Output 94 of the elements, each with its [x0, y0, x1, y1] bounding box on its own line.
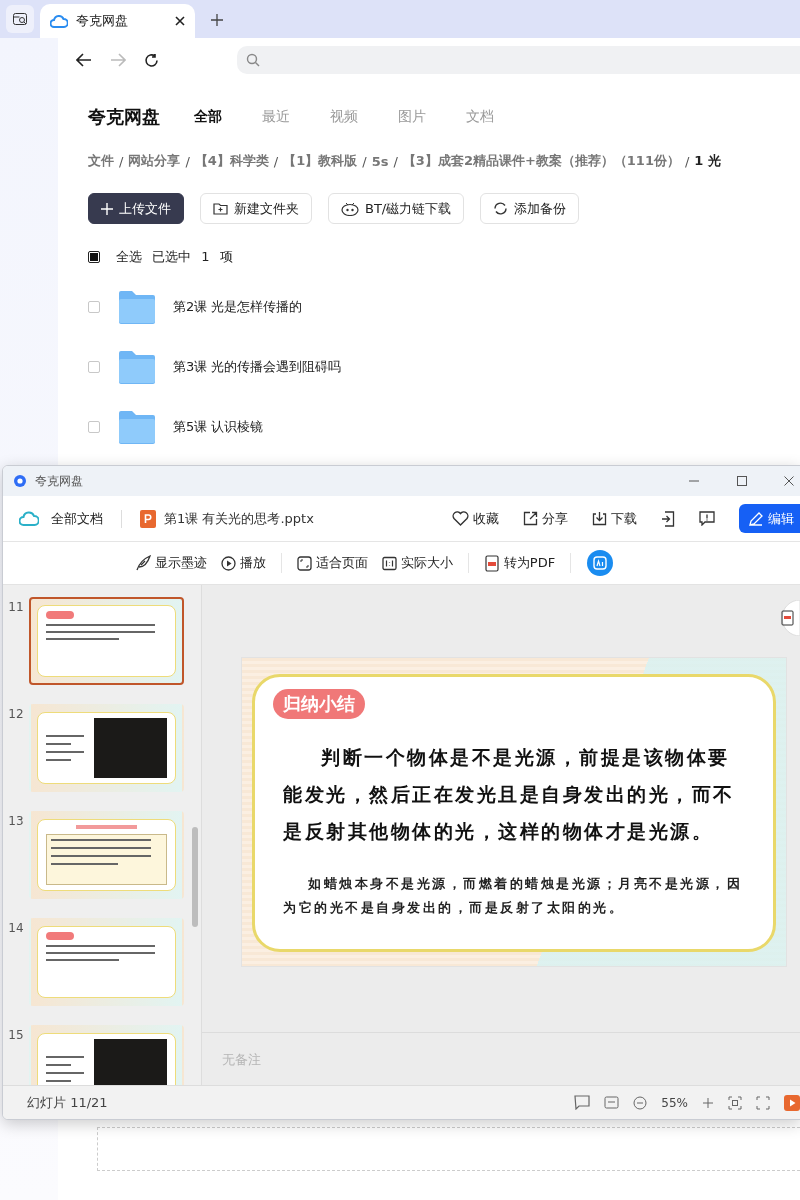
plus-icon: [101, 202, 113, 215]
folder-icon: [118, 410, 156, 444]
share-icon: [523, 511, 538, 526]
file-name[interactable]: 第2课 光是怎样传播的: [173, 298, 303, 316]
file-title: 第1课 有关光的思考.pptx: [164, 509, 314, 528]
action-button[interactable]: BT/磁力链下载: [328, 193, 465, 224]
cloud-icon: [19, 511, 39, 526]
header-action-button[interactable]: 下载: [584, 509, 645, 528]
slide-number: 13: [7, 813, 25, 830]
toolbar-button[interactable]: 实际大小: [376, 554, 458, 572]
toolbar-button[interactable]: 播放: [215, 554, 271, 572]
download-icon: [592, 511, 607, 526]
tab-title: 夸克网盘: [76, 12, 129, 30]
all-documents-link[interactable]: 全部文档: [51, 509, 103, 528]
play-icon: [220, 555, 236, 571]
ai-icon[interactable]: [587, 550, 614, 576]
search-icon: [246, 53, 260, 67]
slide-number: 14: [7, 920, 25, 937]
breadcrumb-separator: /: [684, 153, 690, 169]
export-icon: [661, 510, 675, 527]
toolbar-button[interactable]: 适合页面: [291, 554, 373, 572]
breadcrumb-item[interactable]: 【1】教科版: [283, 152, 358, 170]
app-logo: 夸克网盘: [88, 105, 160, 129]
maximize-icon[interactable]: [736, 475, 748, 487]
zoom-in-icon[interactable]: [702, 1096, 714, 1109]
zoom-level: 55%: [661, 1095, 688, 1110]
toolbar-button[interactable]: 转为PDF: [478, 554, 561, 572]
toolbar-button[interactable]: 显示墨迹: [129, 554, 212, 572]
breadcrumb-item[interactable]: 5s: [371, 153, 389, 169]
breadcrumb-separator: /: [119, 153, 124, 169]
header-action-button[interactable]: 收藏: [444, 509, 507, 528]
action-button[interactable]: 新建文件夹: [200, 193, 312, 224]
slide-main-text: 判断一个物体是不是光源，前提是该物体要能发光，然后正在发光且是自身发出的光，而不是反射其他物体的光，这样的物体才是光源。: [283, 746, 736, 844]
file-checkbox[interactable]: [88, 421, 100, 433]
browser-tab[interactable]: 夸克网盘: [40, 4, 195, 38]
app-icon: [13, 474, 27, 488]
heart-icon: [452, 511, 469, 526]
file-checkbox[interactable]: [88, 301, 100, 313]
breadcrumb-separator: /: [273, 153, 279, 169]
slide-number: 15: [7, 1027, 25, 1044]
cloud-icon: [50, 14, 68, 28]
action-button[interactable]: 上传文件: [88, 193, 184, 224]
presentation-file-icon: [140, 509, 156, 528]
folder-plus-icon: [213, 202, 228, 215]
slide-badge: 归纳小结: [273, 689, 365, 719]
scrollbar[interactable]: [192, 827, 198, 927]
close-icon[interactable]: [784, 476, 794, 486]
comment-icon[interactable]: [574, 1095, 591, 1110]
fit-screen-icon[interactable]: [728, 1095, 742, 1110]
file-name[interactable]: 第5课 认识棱镜: [173, 418, 264, 436]
sync-icon: [493, 201, 509, 216]
file-name[interactable]: 第3课 光的传播会遇到阻碍吗: [173, 358, 342, 376]
actual-size-icon: [381, 555, 397, 571]
new-tab-icon[interactable]: [211, 14, 223, 26]
breadcrumb-separator: /: [185, 153, 190, 169]
edit-button[interactable]: 编辑: [739, 504, 800, 533]
window-title: 夸克网盘: [35, 472, 83, 490]
breadcrumb-separator: /: [362, 153, 367, 169]
address-field[interactable]: [237, 46, 800, 74]
nav-tab[interactable]: 全部: [194, 108, 222, 126]
fit-page-icon: [296, 555, 312, 571]
slide-thumbnail[interactable]: [29, 597, 184, 685]
slide-note-text: 如蜡烛本身不是光源，而燃着的蜡烛是光源；月亮不是光源，因为它的光不是自身发出的，而是反射了太阳的光。: [283, 875, 743, 917]
slide-number: 12: [7, 706, 25, 723]
selection-count: 已选中 1 项: [152, 248, 233, 266]
action-button[interactable]: 添加备份: [480, 193, 580, 224]
breadcrumb-separator: /: [393, 153, 398, 169]
header-action-button[interactable]: 分享: [515, 509, 576, 528]
breadcrumb-item[interactable]: 文件: [88, 152, 114, 170]
feedback-icon: [699, 511, 715, 526]
folder-icon: [118, 290, 156, 324]
close-icon[interactable]: [175, 16, 185, 26]
back-icon[interactable]: [76, 53, 92, 67]
robot-icon: [341, 201, 359, 216]
breadcrumb-item: 1 光: [694, 152, 721, 170]
breadcrumb-item[interactable]: 网站分享: [128, 152, 181, 170]
pdf-icon: [483, 554, 500, 572]
file-checkbox[interactable]: [88, 361, 100, 373]
slideshow-icon[interactable]: [784, 1094, 800, 1111]
slide-thumbnail[interactable]: [29, 704, 184, 792]
tab-search-icon[interactable]: [6, 5, 34, 33]
slide-number: 11: [7, 599, 25, 616]
select-all-label[interactable]: 全选: [116, 248, 142, 266]
feather-icon: [134, 555, 151, 571]
breadcrumb-item[interactable]: 【3】成套2精品课件+教案（推荐）（111份）: [402, 152, 680, 170]
breadcrumb-item[interactable]: 【4】科学类: [194, 152, 269, 170]
slide-counter: 幻灯片 11/21: [27, 1093, 108, 1112]
folder-icon: [118, 350, 156, 384]
zoom-out-icon[interactable]: [633, 1095, 648, 1110]
pencil-icon: [749, 511, 763, 526]
slide-thumbnail[interactable]: [29, 918, 184, 1006]
slide-thumbnail[interactable]: [29, 811, 184, 899]
select-all-checkbox[interactable]: [88, 251, 100, 263]
reload-icon[interactable]: [144, 52, 159, 68]
